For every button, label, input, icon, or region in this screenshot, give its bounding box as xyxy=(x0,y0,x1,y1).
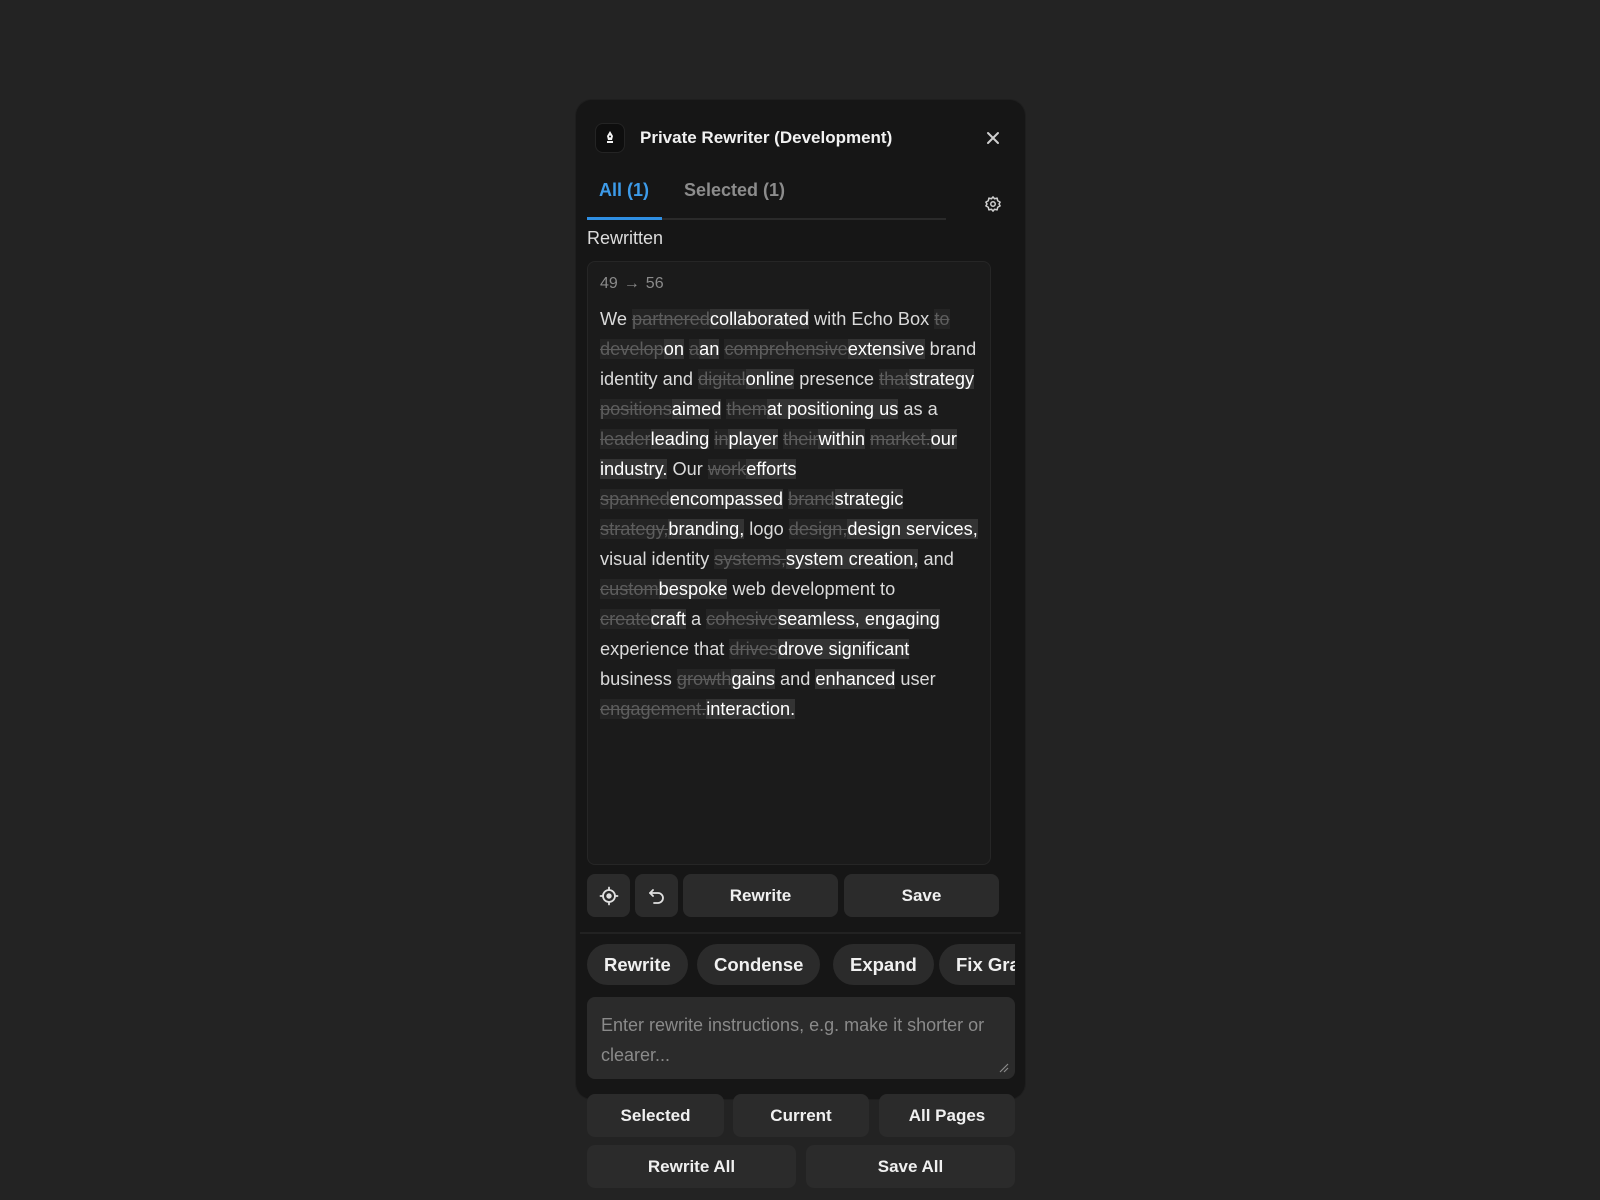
unchanged-text: a xyxy=(685,609,707,629)
divider xyxy=(580,932,1021,934)
unchanged-text: logo xyxy=(744,519,789,539)
instructions-input[interactable]: Enter rewrite instructions, e.g. make it… xyxy=(587,997,1015,1079)
removed-text: work xyxy=(707,459,747,479)
unchanged-text: experience that xyxy=(600,639,730,659)
removed-text: create xyxy=(600,609,651,629)
removed-text: comprehensive xyxy=(724,339,848,359)
unchanged-text: web development to xyxy=(727,579,896,599)
crosshair-icon[interactable] xyxy=(587,874,630,917)
removed-text: brand xyxy=(788,489,835,509)
removed-text: market. xyxy=(870,429,931,449)
added-text: extensive xyxy=(847,339,925,359)
diff-text: We partneredcollaborated with Echo Box t… xyxy=(600,304,978,724)
save-button[interactable]: Save xyxy=(844,874,999,917)
added-text: design services, xyxy=(847,519,978,539)
tab-bar: All (1) Selected (1) xyxy=(587,172,946,220)
removed-text: growth xyxy=(676,669,732,689)
tab-selected[interactable]: Selected (1) xyxy=(684,180,785,201)
chip-rewrite[interactable]: Rewrite xyxy=(587,944,688,985)
removed-text: drives xyxy=(729,639,778,659)
removed-text: strategy, xyxy=(600,519,669,539)
unchanged-text: business xyxy=(600,669,677,689)
unchanged-text: and xyxy=(774,669,816,689)
rewrite-button[interactable]: Rewrite xyxy=(683,874,838,917)
gear-icon[interactable] xyxy=(981,192,1005,216)
rewriter-panel: Private Rewriter (Development) All (1) S… xyxy=(576,100,1025,1188)
added-text: enhanced xyxy=(815,669,896,689)
panel-header: Private Rewriter (Development) xyxy=(596,118,1009,158)
undo-icon[interactable] xyxy=(635,874,678,917)
scope-selected-button[interactable]: Selected xyxy=(587,1094,724,1137)
added-text: strategy xyxy=(909,369,975,389)
unchanged-text: with Echo Box xyxy=(808,309,935,329)
arrow-right-icon: → xyxy=(623,275,640,292)
chip-condense[interactable]: Condense xyxy=(697,944,821,985)
count-to: 56 xyxy=(645,275,664,292)
save-all-button[interactable]: Save All xyxy=(806,1145,1015,1188)
removed-text: spanned xyxy=(600,489,670,509)
removed-text: that xyxy=(879,369,910,389)
removed-text: their xyxy=(783,429,819,449)
scope-current-button[interactable]: Current xyxy=(733,1094,869,1137)
removed-text: partnered xyxy=(632,309,710,329)
added-text: interaction. xyxy=(706,699,796,719)
bulk-actions: Rewrite All Save All xyxy=(587,1145,1015,1188)
removed-text: leader xyxy=(600,429,651,449)
added-text: collaborated xyxy=(709,309,809,329)
scope-all-pages-button[interactable]: All Pages xyxy=(879,1094,1015,1137)
unchanged-text: as a xyxy=(898,399,938,419)
added-text: seamless, engaging xyxy=(777,609,940,629)
removed-text: them xyxy=(726,399,767,419)
pen-nib-icon xyxy=(596,124,624,152)
added-text: aimed xyxy=(671,399,722,419)
removed-text: systems, xyxy=(714,549,786,569)
close-icon[interactable] xyxy=(981,126,1005,150)
removed-text: in xyxy=(714,429,729,449)
removed-text: custom xyxy=(600,579,659,599)
removed-text: positions xyxy=(600,399,672,419)
added-text: efforts xyxy=(746,459,797,479)
active-tab-indicator xyxy=(587,217,662,220)
added-text: within xyxy=(818,429,865,449)
added-text: drove significant xyxy=(777,639,910,659)
removed-text: cohesive xyxy=(706,609,778,629)
added-text: on xyxy=(663,339,684,359)
added-text: at positioning us xyxy=(766,399,899,419)
added-text: player xyxy=(728,429,778,449)
added-text: online xyxy=(745,369,795,389)
added-text: system creation, xyxy=(785,549,919,569)
added-text: encompassed xyxy=(669,489,784,509)
chip-expand[interactable]: Expand xyxy=(833,944,934,985)
panel-title: Private Rewriter (Development) xyxy=(640,128,893,147)
chip-fix-grammar[interactable]: Fix Grammar xyxy=(939,944,1015,985)
added-text: branding, xyxy=(668,519,745,539)
rewrite-all-button[interactable]: Rewrite All xyxy=(587,1145,796,1188)
added-text: bespoke xyxy=(658,579,728,599)
tab-all[interactable]: All (1) xyxy=(599,180,649,201)
removed-text: engagement. xyxy=(600,699,707,719)
rewritten-text-box: 49 → 56 We partneredcollaborated with Ec… xyxy=(587,261,991,865)
added-text: strategic xyxy=(834,489,904,509)
unchanged-text: and xyxy=(918,549,954,569)
resize-handle-icon[interactable] xyxy=(997,1061,1009,1073)
unchanged-text: presence xyxy=(794,369,880,389)
unchanged-text: Our xyxy=(667,459,708,479)
preset-chips: Rewrite Condense Expand Fix Grammar xyxy=(587,944,1015,986)
added-text: craft xyxy=(650,609,686,629)
added-text: an xyxy=(699,339,720,359)
instructions-placeholder: Enter rewrite instructions, e.g. make it… xyxy=(601,1015,985,1065)
unchanged-text: We xyxy=(600,309,633,329)
word-count: 49 → 56 xyxy=(600,272,978,296)
scope-buttons: Selected Current All Pages xyxy=(587,1094,1015,1137)
added-text: leading xyxy=(650,429,710,449)
count-from: 49 xyxy=(600,275,618,292)
unchanged-text: user xyxy=(895,669,936,689)
removed-text: a xyxy=(689,339,700,359)
removed-text: design, xyxy=(788,519,848,539)
unchanged-text: visual identity xyxy=(600,549,715,569)
added-text: gains xyxy=(731,669,775,689)
section-label-rewritten: Rewritten xyxy=(587,228,664,248)
action-row: Rewrite Save xyxy=(587,874,1002,917)
removed-text: digital xyxy=(698,369,746,389)
